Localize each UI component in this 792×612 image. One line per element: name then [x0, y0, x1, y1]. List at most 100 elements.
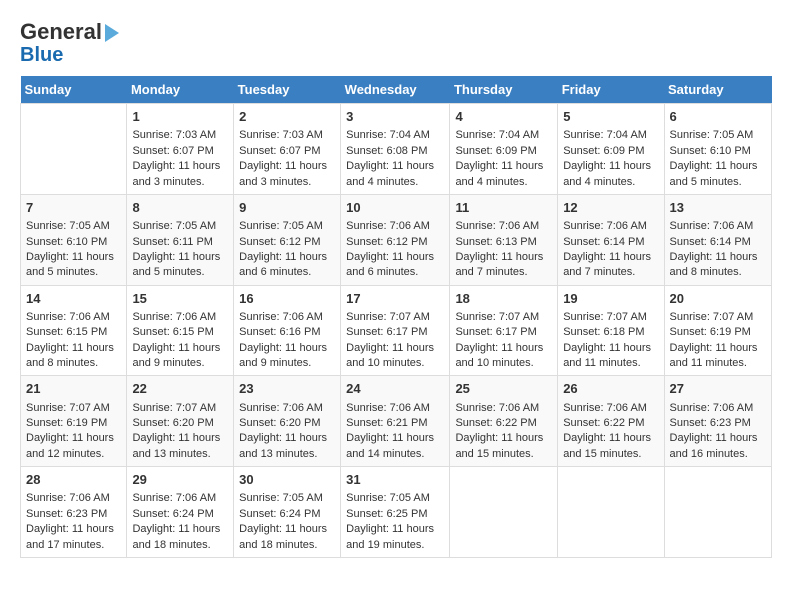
daylight-text: Daylight: 11 hours and 17 minutes. — [26, 522, 121, 553]
sunset-text: Sunset: 6:08 PM — [346, 144, 444, 159]
sunset-text: Sunset: 6:12 PM — [346, 235, 444, 250]
sunset-text: Sunset: 6:15 PM — [26, 325, 121, 340]
header-thursday: Thursday — [450, 76, 558, 104]
daylight-text: Daylight: 11 hours and 6 minutes. — [346, 250, 444, 281]
calendar-cell: 3Sunrise: 7:04 AMSunset: 6:08 PMDaylight… — [341, 104, 450, 195]
sunrise-text: Sunrise: 7:03 AM — [239, 128, 335, 143]
calendar-cell: 14 Sunrise: 7:06 AMSunset: 6:15 PMDayligh… — [21, 285, 127, 376]
day-number: 28 — [26, 471, 121, 489]
sunset-text: Sunset: 6:23 PM — [26, 507, 121, 522]
sunset-text: Sunset: 6:17 PM — [346, 325, 444, 340]
daylight-text: Daylight: 11 hours and 5 minutes. — [132, 250, 228, 281]
day-number: 2 — [239, 108, 335, 126]
sunrise-text: Sunrise: 7:03 AM — [132, 128, 228, 143]
daylight-text: Daylight: 11 hours and 3 minutes. — [132, 159, 228, 190]
sunrise-text: Sunrise: 7:04 AM — [455, 128, 552, 143]
day-number: 7 — [26, 199, 121, 217]
calendar-cell: 6Sunrise: 7:05 AMSunset: 6:10 PMDaylight… — [664, 104, 771, 195]
day-number: 5 — [563, 108, 658, 126]
day-number: 11 — [455, 199, 552, 217]
day-number: 18 — [455, 290, 552, 308]
calendar-cell: 24Sunrise: 7:06 AMSunset: 6:21 PMDayligh… — [341, 376, 450, 467]
sunset-text: Sunset: 6:21 PM — [346, 416, 444, 431]
daylight-text: Daylight: 11 hours and 8 minutes. — [26, 341, 121, 372]
week-row-4: 21Sunrise: 7:07 AMSunset: 6:19 PMDayligh… — [21, 376, 772, 467]
sunset-text: Sunset: 6:22 PM — [563, 416, 658, 431]
daylight-text: Daylight: 11 hours and 8 minutes. — [670, 250, 766, 281]
sunset-text: Sunset: 6:22 PM — [455, 416, 552, 431]
sunset-text: Sunset: 6:17 PM — [455, 325, 552, 340]
daylight-text: Daylight: 11 hours and 7 minutes. — [455, 250, 552, 281]
day-number: 9 — [239, 199, 335, 217]
calendar-cell: 16Sunrise: 7:06 AMSunset: 6:16 PMDayligh… — [234, 285, 341, 376]
sunset-text: Sunset: 6:09 PM — [563, 144, 658, 159]
header-tuesday: Tuesday — [234, 76, 341, 104]
calendar-cell: 5 Sunrise: 7:04 AMSunset: 6:09 PMDaylight… — [558, 104, 664, 195]
sunrise-text: Sunrise: 7:06 AM — [670, 401, 766, 416]
day-number: 25 — [455, 380, 552, 398]
sunrise-text: Sunrise: 7:07 AM — [346, 310, 444, 325]
sunrise-text: Sunrise: 7:05 AM — [239, 491, 335, 506]
calendar-cell: 15Sunrise: 7:06 AMSunset: 6:15 PMDayligh… — [127, 285, 234, 376]
daylight-text: Daylight: 11 hours and 7 minutes. — [563, 250, 658, 281]
daylight-text: Daylight: 11 hours and 11 minutes. — [670, 341, 766, 372]
day-number: 14 — [26, 290, 121, 308]
logo: General Blue — [20, 20, 119, 66]
sunrise-text: Sunrise: 7:06 AM — [26, 310, 121, 325]
daylight-text: Daylight: 11 hours and 4 minutes. — [563, 159, 658, 190]
sunset-text: Sunset: 6:07 PM — [239, 144, 335, 159]
daylight-text: Daylight: 11 hours and 18 minutes. — [132, 522, 228, 553]
day-number: 16 — [239, 290, 335, 308]
sunrise-text: Sunrise: 7:06 AM — [239, 310, 335, 325]
calendar-cell: 28Sunrise: 7:06 AMSunset: 6:23 PMDayligh… — [21, 467, 127, 558]
sunrise-text: Sunrise: 7:07 AM — [563, 310, 658, 325]
sunrise-text: Sunrise: 7:06 AM — [346, 401, 444, 416]
day-number: 6 — [670, 108, 766, 126]
calendar-cell: 23Sunrise: 7:06 AMSunset: 6:20 PMDayligh… — [234, 376, 341, 467]
sunset-text: Sunset: 6:13 PM — [455, 235, 552, 250]
sunset-text: Sunset: 6:10 PM — [26, 235, 121, 250]
sunrise-text: Sunrise: 7:05 AM — [346, 491, 444, 506]
calendar-cell: 4Sunrise: 7:04 AMSunset: 6:09 PMDaylight… — [450, 104, 558, 195]
week-row-1: 1Sunrise: 7:03 AMSunset: 6:07 PMDaylight… — [21, 104, 772, 195]
sunrise-text: Sunrise: 7:04 AM — [563, 128, 658, 143]
sunset-text: Sunset: 6:18 PM — [563, 325, 658, 340]
calendar-cell: 31Sunrise: 7:05 AMSunset: 6:25 PMDayligh… — [341, 467, 450, 558]
sunset-text: Sunset: 6:15 PM — [132, 325, 228, 340]
day-number: 4 — [455, 108, 552, 126]
day-number: 10 — [346, 199, 444, 217]
day-number: 31 — [346, 471, 444, 489]
calendar-cell — [21, 104, 127, 195]
calendar-cell — [450, 467, 558, 558]
sunset-text: Sunset: 6:24 PM — [132, 507, 228, 522]
calendar-table: SundayMondayTuesdayWednesdayThursdayFrid… — [20, 76, 772, 558]
day-number: 23 — [239, 380, 335, 398]
sunrise-text: Sunrise: 7:07 AM — [670, 310, 766, 325]
day-number: 3 — [346, 108, 444, 126]
day-number: 27 — [670, 380, 766, 398]
sunset-text: Sunset: 6:24 PM — [239, 507, 335, 522]
sunrise-text: Sunrise: 7:06 AM — [455, 219, 552, 234]
daylight-text: Daylight: 11 hours and 9 minutes. — [239, 341, 335, 372]
day-number: 8 — [132, 199, 228, 217]
day-number: 19 — [563, 290, 658, 308]
sunset-text: Sunset: 6:14 PM — [563, 235, 658, 250]
week-row-3: 14Sunrise: 7:06 AMSunset: 6:15 PMDayligh… — [21, 285, 772, 376]
day-number: 1 — [132, 108, 228, 126]
sunset-text: Sunset: 6:19 PM — [26, 416, 121, 431]
header-monday: Monday — [127, 76, 234, 104]
sunrise-text: Sunrise: 7:04 AM — [346, 128, 444, 143]
sunrise-text: Sunrise: 7:06 AM — [563, 401, 658, 416]
day-number: 20 — [670, 290, 766, 308]
calendar-cell: 22Sunrise: 7:07 AMSunset: 6:20 PMDayligh… — [127, 376, 234, 467]
day-number: 13 — [670, 199, 766, 217]
calendar-cell: 11 Sunrise: 7:06 AMSunset: 6:13 PMDayligh… — [450, 194, 558, 285]
sunrise-text: Sunrise: 7:06 AM — [563, 219, 658, 234]
calendar-cell: 12Sunrise: 7:06 AMSunset: 6:14 PMDayligh… — [558, 194, 664, 285]
calendar-cell: 26Sunrise: 7:06 AMSunset: 6:22 PMDayligh… — [558, 376, 664, 467]
sunrise-text: Sunrise: 7:05 AM — [132, 219, 228, 234]
day-number: 29 — [132, 471, 228, 489]
sunset-text: Sunset: 6:12 PM — [239, 235, 335, 250]
calendar-cell — [664, 467, 771, 558]
day-number: 26 — [563, 380, 658, 398]
